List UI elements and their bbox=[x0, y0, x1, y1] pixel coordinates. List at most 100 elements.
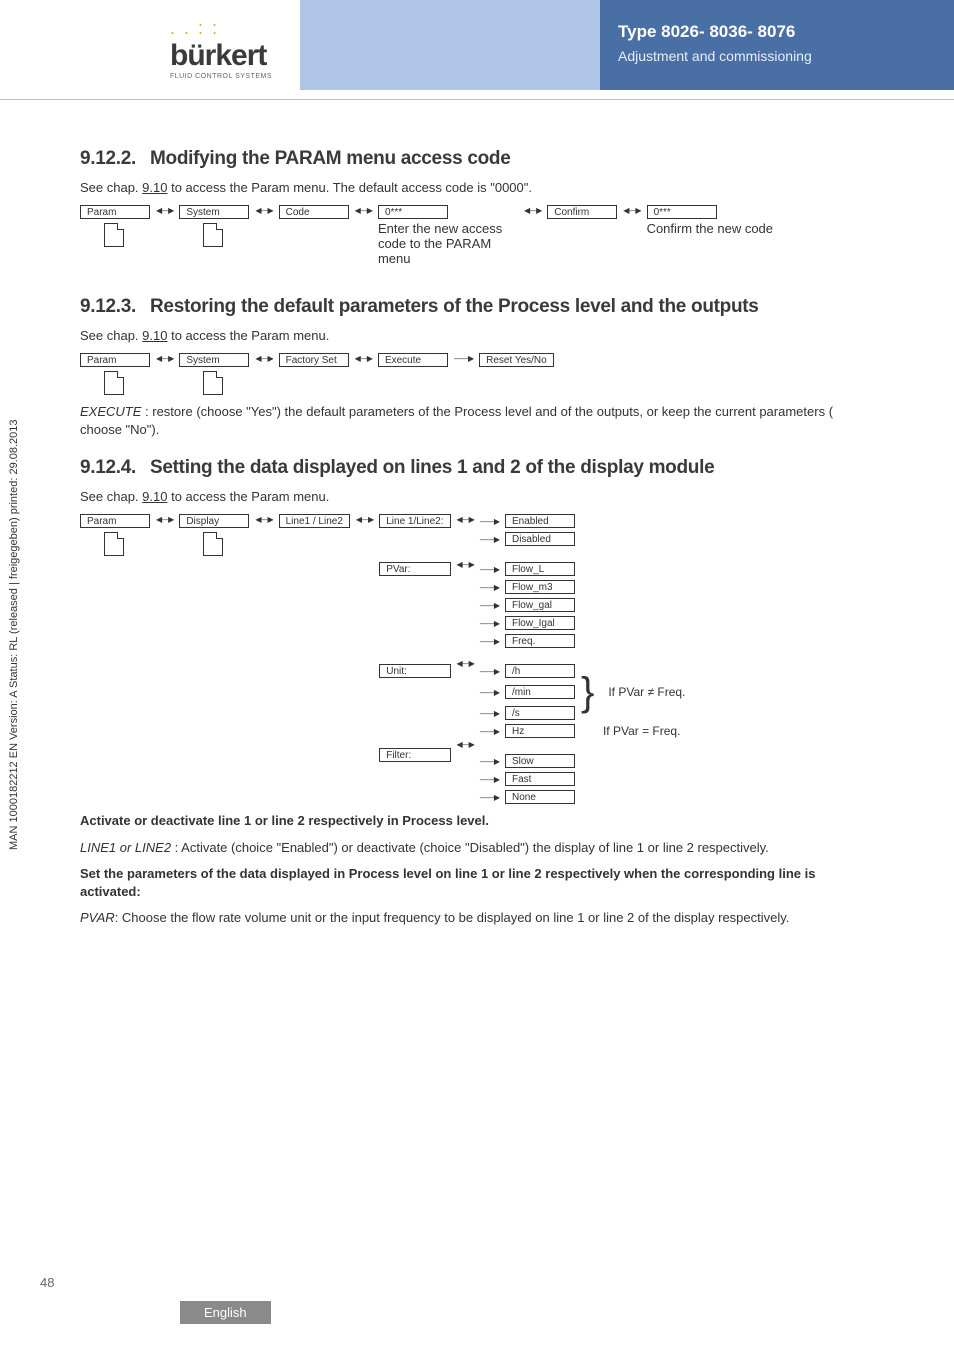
node-flow-l: Flow_L bbox=[505, 562, 575, 576]
arrow-icon bbox=[480, 708, 499, 719]
node-confirm: Confirm bbox=[547, 205, 617, 219]
flow-diagram-3: Param Display Line1 / Line2 Line 1/Line2… bbox=[80, 514, 874, 804]
node-line12: Line1 / Line2 bbox=[279, 514, 350, 528]
arrow-icon bbox=[156, 514, 173, 525]
node-param: Param bbox=[80, 514, 150, 528]
heading-num: 9.12.2. bbox=[80, 148, 136, 170]
arrow-icon bbox=[480, 600, 499, 611]
note-pvar-neq: If PVar ≠ Freq. bbox=[608, 685, 685, 699]
para-pvar: PVAR: Choose the flow rate volume unit o… bbox=[80, 909, 874, 927]
caption-enter-code: Enter the new access code to the PARAM m… bbox=[378, 221, 518, 266]
arrow-icon bbox=[255, 353, 272, 364]
subtree-values: Enabled Disabled Flow_L Flow_m3 Flow_gal… bbox=[480, 514, 686, 804]
para-activate: Activate or deactivate line 1 or line 2 … bbox=[80, 812, 874, 830]
content: 9.12.2. Modifying the PARAM menu access … bbox=[0, 100, 954, 927]
node-fast: Fast bbox=[505, 772, 575, 786]
header-band: . . : : bürkert FLUID CONTROL SYSTEMS Ty… bbox=[0, 0, 954, 100]
doc-icon bbox=[203, 371, 223, 395]
arrow-icon bbox=[355, 205, 372, 216]
arrow-icon bbox=[457, 559, 474, 570]
doc-icon bbox=[104, 532, 124, 556]
node-none: None bbox=[505, 790, 575, 804]
heading-title: Restoring the default parameters of the … bbox=[150, 296, 759, 318]
note-pvar-eq: If PVar = Freq. bbox=[603, 724, 680, 738]
arrow-icon bbox=[480, 534, 499, 545]
arrow-icon bbox=[156, 353, 173, 364]
caption-confirm-code: Confirm the new code bbox=[647, 221, 773, 236]
execute-body: EXECUTE : restore (choose "Yes") the def… bbox=[80, 403, 874, 439]
arrow-icon bbox=[480, 618, 499, 629]
node-pvar: PVar: bbox=[379, 562, 450, 576]
node-enabled: Enabled bbox=[505, 514, 575, 528]
logo-dots-icon: . . : : bbox=[170, 18, 272, 39]
header-light-band bbox=[300, 0, 600, 90]
arrow-icon bbox=[255, 205, 272, 216]
arrow-icon bbox=[355, 353, 372, 364]
doc-icon bbox=[104, 371, 124, 395]
arrow-icon bbox=[480, 774, 499, 785]
arrow-icon bbox=[480, 726, 499, 737]
logo-text: bürkert bbox=[170, 39, 272, 73]
vertical-print-info: MAN 1000182212 EN Version: A Status: RL … bbox=[8, 419, 20, 850]
arrow-icon bbox=[454, 353, 473, 364]
arrow-icon bbox=[480, 564, 499, 575]
doc-icon bbox=[203, 223, 223, 247]
node-param: Param bbox=[80, 205, 150, 219]
node-disabled: Disabled bbox=[505, 532, 575, 546]
flow-diagram-2: Param System Factory Set Execute Reset Y… bbox=[80, 353, 874, 395]
node-flow-igal: Flow_Igal bbox=[505, 616, 575, 630]
node-hz: Hz bbox=[505, 724, 575, 738]
flow-diagram-1: Param System Code 0*** Enter the new acc… bbox=[80, 205, 874, 266]
node-s: /s bbox=[505, 706, 575, 720]
logo: . . : : bürkert FLUID CONTROL SYSTEMS bbox=[170, 18, 272, 80]
arrow-icon bbox=[255, 514, 272, 525]
arrow-icon bbox=[480, 516, 499, 527]
node-flow-gal: Flow_gal bbox=[505, 598, 575, 612]
page-number: 48 bbox=[40, 1275, 54, 1290]
node-display: Display bbox=[179, 514, 249, 528]
para-line12: LINE1 or LINE2 : Activate (choice "Enabl… bbox=[80, 839, 874, 857]
type-line: Type 8026- 8036- 8076 bbox=[618, 22, 936, 42]
node-freq: Freq. bbox=[505, 634, 575, 648]
footer-language: English bbox=[180, 1301, 271, 1324]
arrow-icon bbox=[623, 205, 640, 216]
heading-9-12-3: 9.12.3. Restoring the default parameters… bbox=[80, 296, 874, 318]
node-slow: Slow bbox=[505, 754, 575, 768]
heading-num: 9.12.3. bbox=[80, 296, 136, 318]
heading-9-12-4: 9.12.4. Setting the data displayed on li… bbox=[80, 457, 874, 479]
arrow-icon bbox=[356, 514, 373, 525]
node-execute: Execute bbox=[378, 353, 448, 367]
node-filter: Filter: bbox=[379, 748, 450, 762]
logo-subtext: FLUID CONTROL SYSTEMS bbox=[170, 73, 272, 80]
node-h: /h bbox=[505, 664, 575, 678]
header-sub: Adjustment and commissioning bbox=[618, 48, 936, 64]
node-line12b: Line 1/Line2: bbox=[379, 514, 450, 528]
node-code: Code bbox=[279, 205, 349, 219]
arrow-icon bbox=[480, 636, 499, 647]
see-chap-1: See chap. 9.10 to access the Param menu.… bbox=[80, 180, 874, 195]
node-factory-set: Factory Set bbox=[279, 353, 349, 367]
arrow-icon bbox=[480, 687, 499, 698]
see-chap-2: See chap. 9.10 to access the Param menu. bbox=[80, 328, 874, 343]
arrow-icon bbox=[156, 205, 173, 216]
heading-num: 9.12.4. bbox=[80, 457, 136, 479]
node-param: Param bbox=[80, 353, 150, 367]
subtree-keys: Line 1/Line2: PVar: Unit: Filter: bbox=[379, 514, 450, 762]
node-zero2: 0*** bbox=[647, 205, 717, 219]
arrow-icon bbox=[480, 582, 499, 593]
node-min: /min bbox=[505, 685, 575, 699]
node-system: System bbox=[179, 353, 249, 367]
arrow-icon bbox=[480, 666, 499, 677]
arrow-icon bbox=[480, 756, 499, 767]
arrow-icon bbox=[457, 739, 474, 750]
heading-title: Modifying the PARAM menu access code bbox=[150, 148, 510, 170]
see-chap-3: See chap. 9.10 to access the Param menu. bbox=[80, 489, 874, 504]
node-unit: Unit: bbox=[379, 664, 450, 678]
doc-icon bbox=[104, 223, 124, 247]
doc-icon bbox=[203, 532, 223, 556]
subtree-arrows bbox=[457, 514, 474, 750]
header-white: . . : : bürkert FLUID CONTROL SYSTEMS bbox=[0, 0, 300, 90]
heading-9-12-2: 9.12.2. Modifying the PARAM menu access … bbox=[80, 148, 874, 170]
para-set-params: Set the parameters of the data displayed… bbox=[80, 865, 874, 901]
node-zero: 0*** bbox=[378, 205, 448, 219]
